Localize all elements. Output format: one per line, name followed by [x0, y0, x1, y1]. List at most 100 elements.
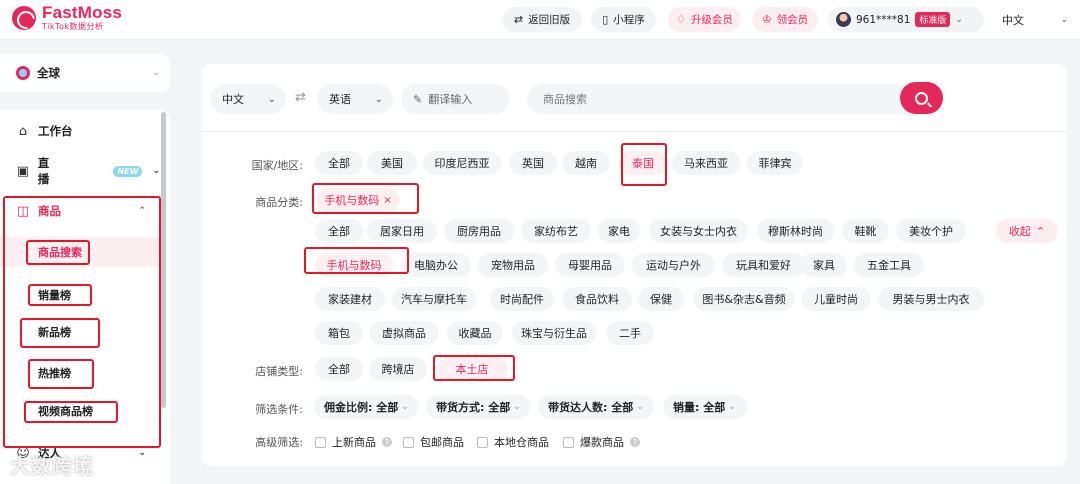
- language-select[interactable]: 中文 ⌄: [994, 7, 1074, 32]
- sidebar-item-product[interactable]: ◫ 商品 ⌃: [0, 198, 160, 224]
- category-chip[interactable]: 鞋靴: [842, 219, 889, 243]
- search-button[interactable]: [900, 82, 943, 114]
- region-select[interactable]: 全球 ⌄: [0, 54, 170, 92]
- product-search-panel: 中文 ⌄ ⇄ 英语 ⌄ ✎ 翻译输入 国家/地区: 全部 美国 印度尼西亚 英国…: [201, 64, 1067, 466]
- back-to-old-version-button[interactable]: ⇄ 返回旧版: [502, 7, 582, 32]
- shop-type-chip-selected[interactable]: 本土店: [436, 357, 508, 381]
- chevron-down-icon: ⌄: [152, 166, 160, 176]
- brand-logo[interactable]: FastMoss TikTok数据分析: [12, 4, 122, 31]
- category-chip[interactable]: 珠宝与衍生品: [512, 321, 596, 345]
- sidebar-item-live[interactable]: ▣ 直播 NEW ⌄: [0, 156, 160, 186]
- chevron-down-icon: ⌄: [267, 93, 276, 105]
- selected-category-tag[interactable]: 手机与数码 ×: [316, 188, 400, 212]
- source-language-select[interactable]: 中文 ⌄: [210, 84, 286, 114]
- country-chip[interactable]: 印度尼西亚: [423, 151, 501, 175]
- sales-method-filter[interactable]: 带货方式: 全部 ⌄: [426, 395, 530, 419]
- plan-badge: 标准版: [915, 12, 951, 27]
- free-shipping-checkbox[interactable]: 包邮商品: [403, 434, 464, 450]
- new-products-checkbox[interactable]: 上新商品 ?: [315, 434, 392, 450]
- country-chip[interactable]: 越南: [562, 151, 610, 175]
- globe-icon: [16, 66, 30, 80]
- sidebar-item-workbench[interactable]: ⌂ 工作台: [0, 118, 160, 144]
- country-label: 国家/地区:: [251, 159, 303, 172]
- category-chip[interactable]: 家纺布艺: [521, 219, 591, 243]
- category-chip[interactable]: 母婴用品: [555, 253, 625, 277]
- category-chip[interactable]: 家具: [801, 253, 847, 277]
- upgrade-member-button[interactable]: ♢ 升级会员: [668, 7, 741, 32]
- new-badge: NEW: [113, 165, 143, 177]
- chevron-down-icon: ⌄: [955, 14, 963, 25]
- shop-type-chip[interactable]: 全部: [315, 357, 363, 381]
- category-chip[interactable]: 男装与男士内衣: [878, 287, 984, 311]
- sidebar-subitem-sales-rank[interactable]: 销量榜: [0, 280, 160, 310]
- category-chip[interactable]: 家电: [598, 219, 640, 243]
- sales-volume-filter[interactable]: 销量: 全部 ⌄: [663, 395, 747, 419]
- shop-type-chip[interactable]: 跨境店: [369, 357, 427, 381]
- category-chip[interactable]: 电脑办公: [401, 253, 471, 277]
- category-chip[interactable]: 玩具和爱好: [722, 253, 805, 277]
- category-chip[interactable]: 运动与户外: [632, 253, 715, 277]
- category-chip[interactable]: 厨房用品: [444, 219, 514, 243]
- category-chip[interactable]: 全部: [315, 219, 363, 243]
- category-chip[interactable]: 时尚配件: [490, 287, 554, 311]
- pen-icon: ✎: [413, 92, 423, 106]
- country-chip[interactable]: 美国: [367, 151, 417, 175]
- sidebar-subitem-new-rank[interactable]: 新品榜: [0, 317, 160, 347]
- shop-type-label: 店铺类型:: [255, 365, 303, 378]
- collapse-button[interactable]: 收起 ⌃: [996, 219, 1058, 243]
- category-chip-selected[interactable]: 手机与数码: [315, 253, 393, 277]
- help-icon[interactable]: ?: [630, 437, 640, 447]
- category-chip[interactable]: 儿童时尚: [801, 287, 871, 311]
- condition-label: 筛选条件:: [255, 403, 303, 416]
- influencer-count-filter[interactable]: 带货达人数: 全部 ⌄: [538, 395, 654, 419]
- sidebar-subitem-product-search[interactable]: 商品搜索: [0, 237, 160, 267]
- category-chip[interactable]: 宠物用品: [478, 253, 548, 277]
- category-chip[interactable]: 家装建材: [315, 287, 385, 311]
- category-chip[interactable]: 二手: [606, 321, 654, 345]
- category-chip[interactable]: 美妆个护: [896, 219, 966, 243]
- category-chip[interactable]: 居家日用: [367, 219, 437, 243]
- country-chip[interactable]: 全部: [315, 151, 363, 175]
- local-warehouse-checkbox[interactable]: 本地仓商品: [477, 434, 549, 450]
- sidebar-subitem-hot-rank[interactable]: 热推榜: [0, 358, 160, 388]
- user-menu[interactable]: 961****81 标准版 ⌄: [828, 7, 984, 32]
- tv-icon: ▣: [16, 163, 30, 179]
- sidebar-scrollbar[interactable]: [161, 112, 166, 408]
- swap-language-icon[interactable]: ⇄: [295, 90, 306, 105]
- brand-subtitle: TikTok数据分析: [42, 22, 104, 31]
- category-chip[interactable]: 女装与女士内衣: [649, 219, 748, 243]
- category-label: 商品分类:: [255, 196, 303, 209]
- miniprogram-button[interactable]: ▯ 小程序: [591, 7, 656, 32]
- translate-input-button[interactable]: ✎ 翻译输入: [401, 84, 509, 114]
- swap-arrows-icon: ⇄: [513, 13, 524, 26]
- close-icon[interactable]: ×: [383, 195, 391, 206]
- phone-icon: ▯: [602, 13, 609, 26]
- category-chip[interactable]: 图书&杂志&音频: [693, 287, 795, 311]
- category-chip[interactable]: 穆斯林时尚: [757, 219, 834, 243]
- commission-filter[interactable]: 佣金比例: 全部 ⌄: [314, 395, 418, 419]
- category-chip[interactable]: 汽车与摩托车: [392, 287, 476, 311]
- product-search-input[interactable]: [527, 84, 939, 114]
- category-chip[interactable]: 箱包: [315, 321, 363, 345]
- category-chip[interactable]: 虚拟商品: [369, 321, 439, 345]
- country-chip[interactable]: 菲律宾: [747, 151, 803, 175]
- category-chip[interactable]: 保健: [638, 287, 684, 311]
- country-chip-selected[interactable]: 泰国: [619, 151, 667, 175]
- country-chip[interactable]: 马来西亚: [672, 151, 740, 175]
- help-icon[interactable]: ?: [382, 437, 392, 447]
- chevron-up-icon: ⌃: [138, 206, 146, 216]
- watermark: 大数跨境: [10, 454, 94, 478]
- chevron-down-icon: ⌄: [1060, 14, 1068, 25]
- hot-products-checkbox[interactable]: 爆款商品 ?: [563, 434, 640, 450]
- category-chip[interactable]: 食品饮料: [562, 287, 632, 311]
- get-member-button[interactable]: ♔ 领会员: [752, 7, 818, 32]
- country-chip[interactable]: 英国: [509, 151, 557, 175]
- category-chip[interactable]: 收藏品: [447, 321, 503, 345]
- sidebar-subitem-video-product-rank[interactable]: 视频商品榜: [0, 396, 160, 426]
- target-language-select[interactable]: 英语 ⌄: [317, 84, 393, 114]
- advanced-filter-label: 高级筛选:: [255, 436, 303, 449]
- user-phone: 961****81: [856, 13, 911, 26]
- chevron-down-icon: ⌄: [513, 402, 521, 412]
- category-chip[interactable]: 五金工具: [854, 253, 924, 277]
- chevron-down-icon: ⌄: [636, 402, 644, 412]
